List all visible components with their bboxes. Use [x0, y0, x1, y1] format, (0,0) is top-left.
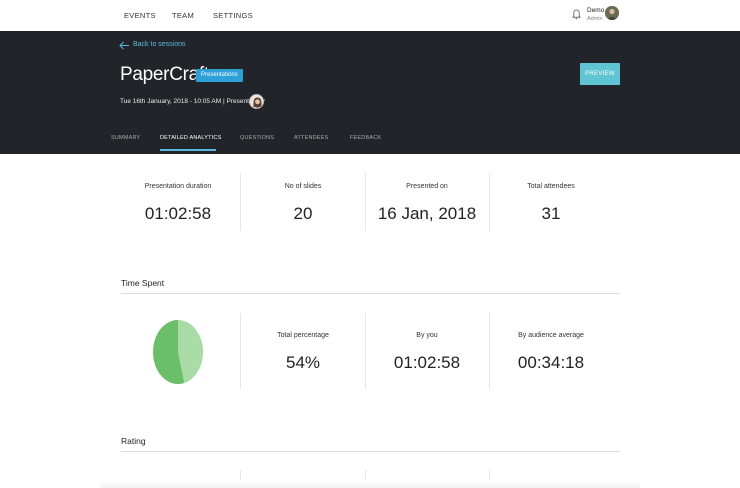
stat-slides-label: No of slides [284, 183, 322, 190]
arrow-left-icon[interactable] [119, 41, 130, 50]
user-avatar[interactable] [605, 6, 619, 20]
total-percentage-label: Total percentage [277, 332, 329, 339]
nav-settings-link[interactable]: SETTINGS [213, 11, 253, 20]
section-divider [121, 293, 620, 294]
stat-slides-value: 20 [293, 204, 313, 223]
tab-questions[interactable]: QUESTIONS [240, 135, 274, 141]
stat-divider [365, 313, 366, 389]
by-you-label: By you [416, 332, 438, 339]
by-you-value: 01:02:58 [393, 353, 461, 372]
stat-presented-on-label: Presented on [406, 183, 448, 190]
session-meta: Tue 16th January, 2018 - 10:05 AM | Pres… [120, 98, 265, 105]
bottom-fade [100, 480, 640, 488]
category-badge: Presentations [196, 69, 243, 82]
tab-attendees[interactable]: ATTENDEES [294, 135, 328, 141]
stat-duration-label: Presentation duration [144, 183, 212, 190]
stat-divider [240, 173, 241, 231]
user-name[interactable]: Demo [587, 7, 604, 14]
rating-heading: Rating [121, 436, 146, 446]
section-divider [121, 451, 620, 452]
time-spent-heading: Time Spent [121, 278, 165, 288]
stat-divider [240, 313, 241, 389]
preview-button[interactable]: PREVIEW [580, 63, 620, 85]
bell-icon[interactable] [572, 9, 581, 20]
stat-divider [365, 173, 366, 231]
user-role: Admin [587, 16, 603, 22]
audience-average-label: By audience average [518, 332, 584, 339]
stat-divider [489, 173, 490, 231]
stat-attendees-value: 31 [541, 204, 561, 223]
top-nav: EVENTS TEAM SETTINGS Demo Admin [0, 0, 740, 31]
time-spent-pie-chart [153, 320, 203, 384]
tab-detailed-analytics[interactable]: DETAILED ANALYTICS [160, 135, 221, 141]
back-to-sessions-link[interactable]: Back to sessions [133, 41, 186, 48]
nav-team-link[interactable]: TEAM [172, 11, 194, 20]
active-tab-indicator [160, 149, 216, 151]
tab-summary[interactable]: SUMMARY [111, 135, 140, 141]
stat-divider [489, 313, 490, 389]
stat-attendees-label: Total attendees [527, 183, 575, 190]
tab-feedback[interactable]: FEEDBACK [350, 135, 381, 141]
stat-presented-on-value: 16 Jan, 2018 [377, 204, 477, 223]
audience-average-value: 00:34:18 [517, 353, 585, 372]
stat-duration-value: 01:02:58 [144, 204, 212, 223]
total-percentage-value: 54% [285, 353, 321, 372]
presenter-avatar[interactable] [249, 94, 264, 109]
nav-events-link[interactable]: EVENTS [124, 11, 156, 20]
